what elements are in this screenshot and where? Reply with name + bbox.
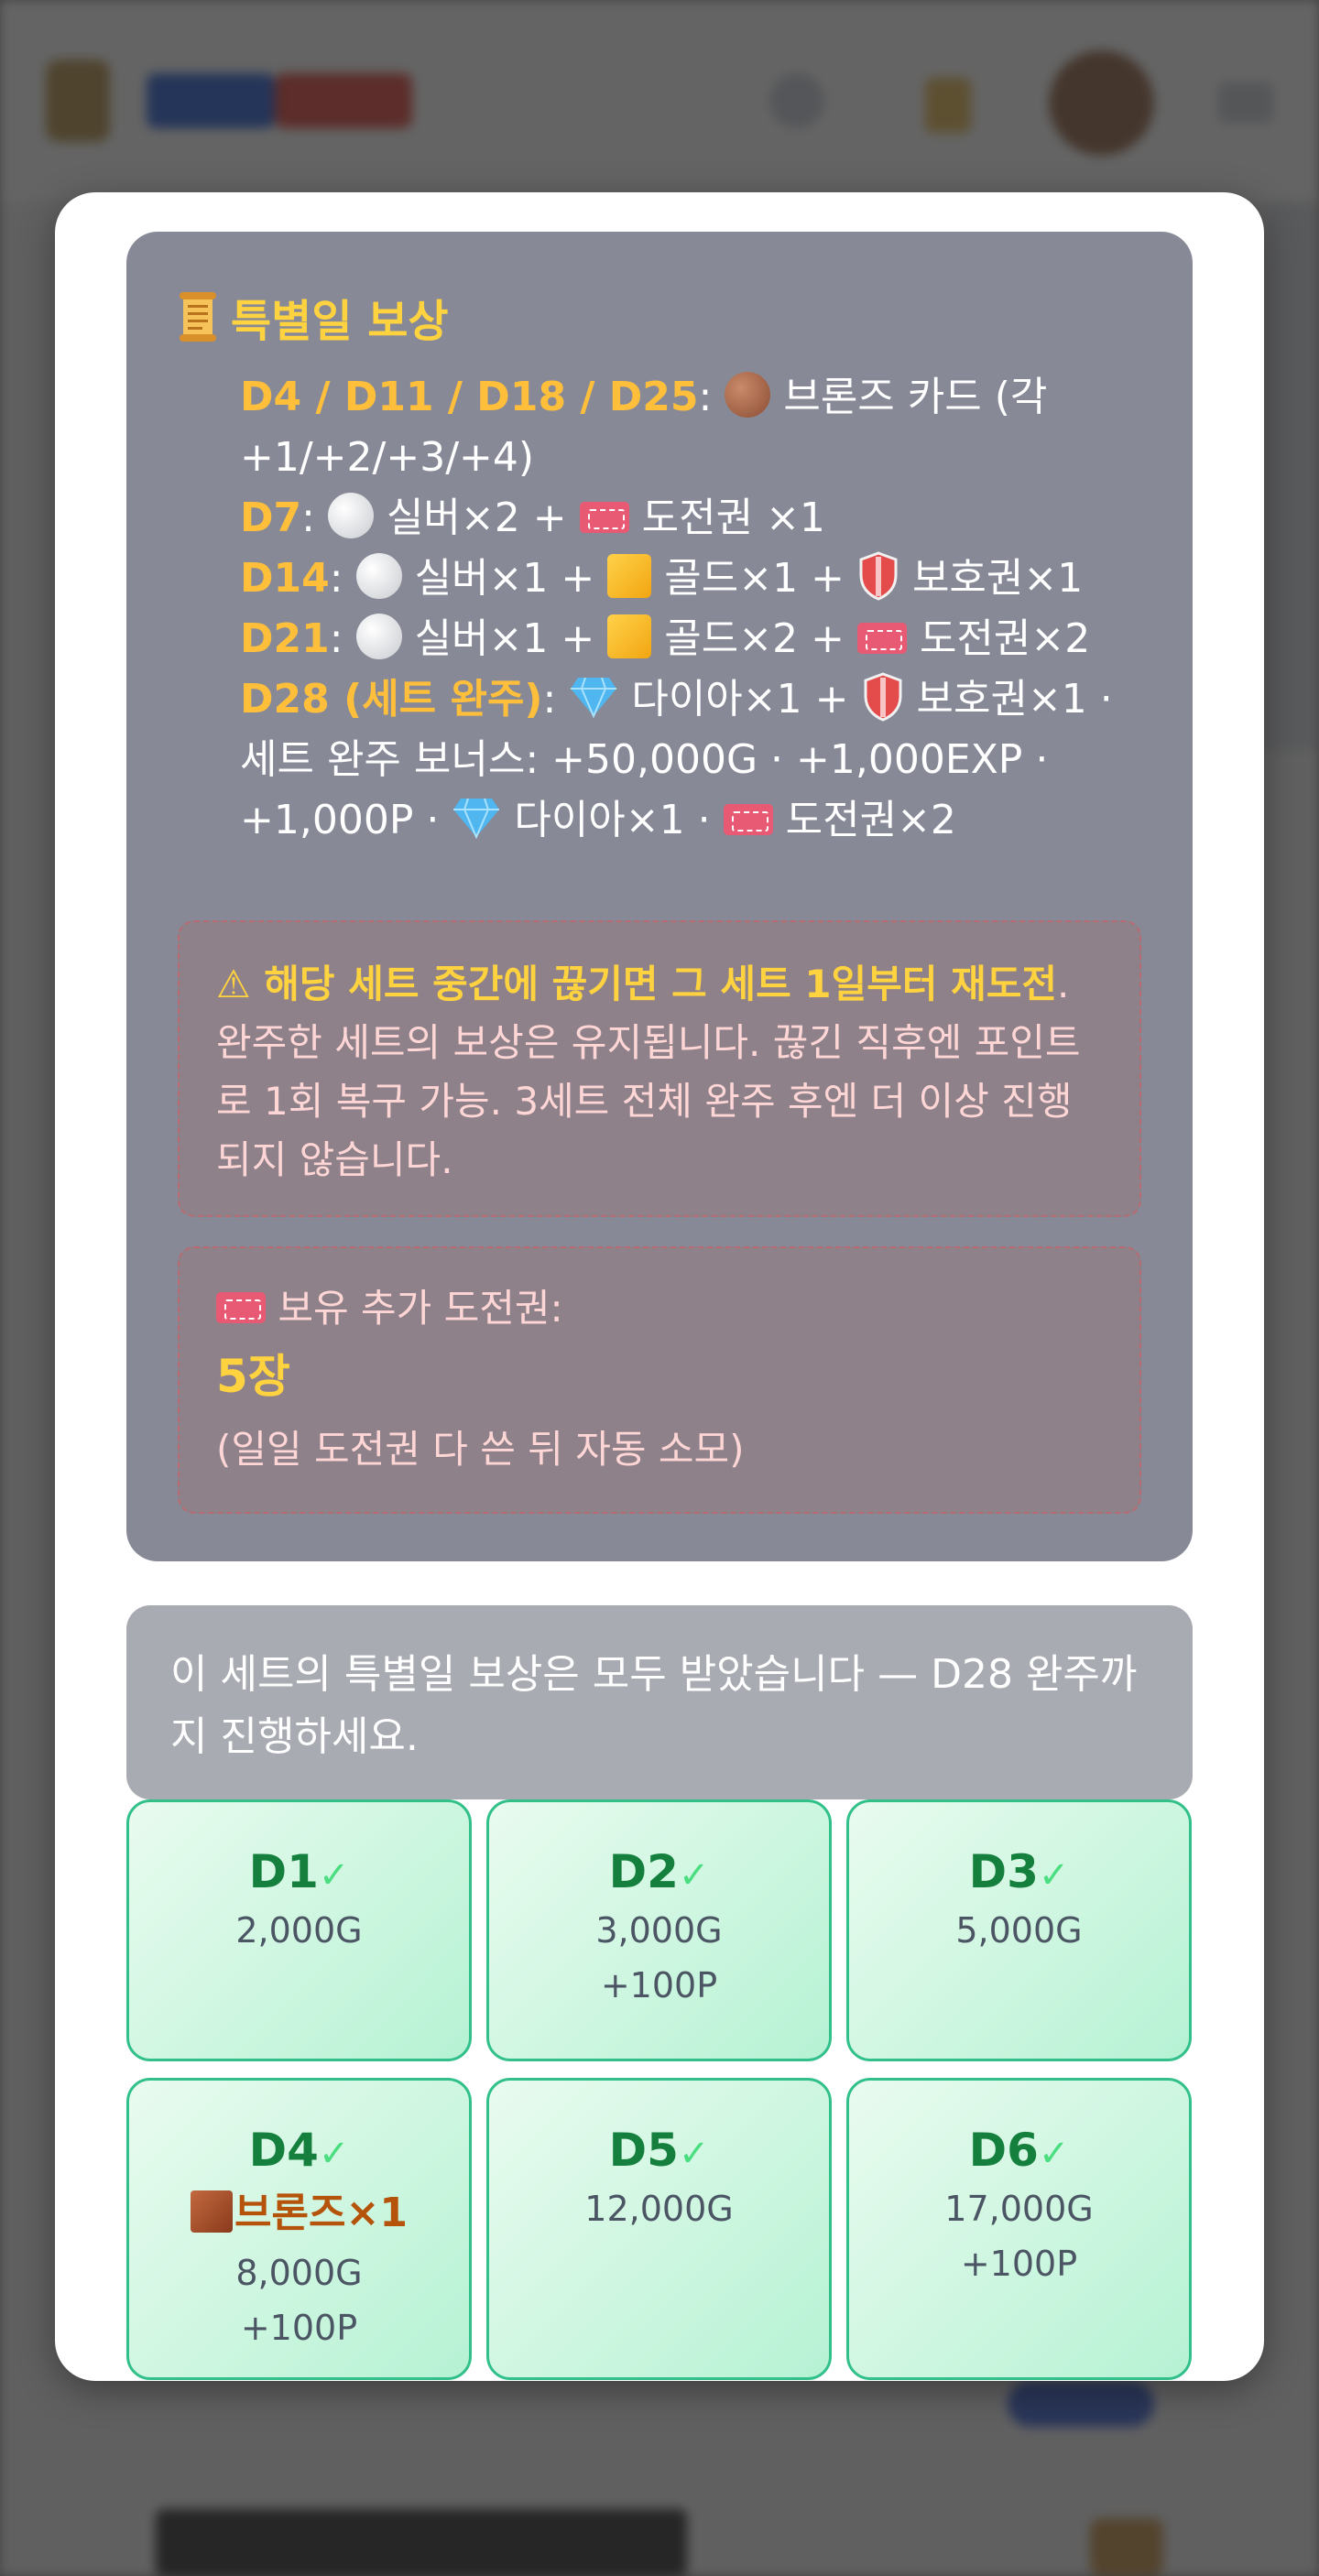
bronze-coin-icon <box>725 372 771 418</box>
day-label: D1✓ <box>248 1845 350 1898</box>
ticket-icon <box>216 1292 266 1323</box>
day-card-d3[interactable]: D3✓ 5,000G <box>846 1799 1192 2061</box>
ticket-icon <box>723 804 773 835</box>
silver-coin-icon <box>327 493 374 538</box>
day-reward: 5,000G <box>955 1910 1083 1951</box>
day-label: D5✓ <box>608 2124 710 2177</box>
special-reward-title: 특별일 보상 <box>178 285 449 349</box>
reward-text: 도전권×2 <box>919 615 1091 662</box>
reset-warning-strong: ⚠ 해당 세트 중간에 끊기면 그 세트 1일부터 재도전 <box>216 962 1058 1006</box>
reward-text: 다이아×1 · <box>514 797 711 843</box>
check-icon: ✓ <box>318 2133 350 2175</box>
special-reward-list: D4 / D11 / D18 / D25: 브론즈 카드 (각 +1/+2/+3… <box>240 367 1156 851</box>
reward-text: 브론즈 카드 (각 <box>783 374 1048 420</box>
special-title-text: 특별일 보상 <box>231 296 449 347</box>
ticket-icon <box>579 502 629 533</box>
reward-line-bronze: D4 / D11 / D18 / D25: 브론즈 카드 (각 <box>240 372 1048 420</box>
special-reward-panel: 특별일 보상 D4 / D11 / D18 / D25: 브론즈 카드 (각 +… <box>126 232 1193 1561</box>
reward-key: D4 / D11 / D18 / D25 <box>240 374 699 420</box>
reset-warning-box: ⚠ 해당 세트 중간에 끊기면 그 세트 1일부터 재도전. 완주한 세트의 보… <box>178 920 1141 1217</box>
attendance-modal: 특별일 보상 D4 / D11 / D18 / D25: 브론즈 카드 (각 +… <box>55 192 1264 2381</box>
reward-text: 실버×1 + <box>414 615 595 662</box>
silver-coin-icon <box>355 553 402 599</box>
reward-text: 보호권×1 <box>911 555 1084 602</box>
day-reward: 3,000G <box>595 1910 723 1951</box>
gold-card-icon <box>607 554 652 598</box>
scroll-icon <box>178 290 218 343</box>
day-reward: 17,000G <box>944 2189 1094 2229</box>
day-card-d4[interactable]: D4✓ 브론즈×1 8,000G +100P <box>126 2078 472 2380</box>
reward-line-d14: D14: 실버×1 + 골드×1 + 보호권×1 <box>240 549 1156 609</box>
reward-text: 세트 완주 보너스: +50,000G · +1,000EXP · <box>240 736 1049 783</box>
reward-key: D21 <box>240 615 330 662</box>
reward-text: 보호권×1 · <box>916 676 1113 723</box>
silver-coin-icon <box>355 614 402 659</box>
day-reward: 8,000G <box>235 2253 363 2293</box>
reward-text: 실버×1 + <box>414 555 595 602</box>
reward-line-set-bonus: 세트 완주 보너스: +50,000G · +1,000EXP · <box>240 730 1156 790</box>
ticket-icon <box>856 623 907 654</box>
bronze-card-icon <box>191 2190 234 2233</box>
day-card-d6[interactable]: D6✓ 17,000G +100P <box>846 2078 1192 2380</box>
diamond-icon <box>571 677 617 718</box>
check-icon: ✓ <box>318 1854 350 1897</box>
day-card-d5[interactable]: D5✓ 12,000G <box>486 2078 832 2380</box>
reward-line-bronze-cont: +1/+2/+3/+4) <box>240 428 1156 488</box>
day-card-d2[interactable]: D2✓ 3,000G +100P <box>486 1799 832 2061</box>
day-label: D6✓ <box>968 2124 1070 2177</box>
check-icon: ✓ <box>678 1854 710 1897</box>
diamond-icon <box>453 798 500 839</box>
day-reward-extra: +100P <box>960 2244 1078 2284</box>
extra-ticket-note: (일일 도전권 다 쓴 뒤 자동 소모) <box>216 1427 745 1472</box>
shield-icon <box>859 551 898 601</box>
check-icon: ✓ <box>1038 2133 1070 2175</box>
reward-line-d21: D21: 실버×1 + 골드×2 + 도전권×2 <box>240 614 1091 662</box>
day-reward: 12,000G <box>584 2189 734 2229</box>
reward-text: +1,000P · <box>240 797 440 843</box>
day-grid: D1✓ 2,000G D2✓ 3,000G +100P D3✓ 5,000G D… <box>126 1799 1193 2380</box>
day-bonus: 브론즈×1 <box>129 2181 469 2245</box>
day-reward: 2,000G <box>235 1910 363 1951</box>
reward-line-d28: D28 (세트 완주): 다이아×1 + 보호권×1 · <box>240 669 1156 730</box>
day-label: D3✓ <box>968 1845 1070 1898</box>
gold-card-icon <box>607 614 652 658</box>
reward-line-d7: D7: 실버×2 + 도전권 ×1 <box>240 493 825 541</box>
reward-text: 도전권×2 <box>785 797 956 843</box>
extra-ticket-label: 보유 추가 도전권: <box>216 1281 1103 1336</box>
extra-ticket-box: 보유 추가 도전권: 5장 (일일 도전권 다 쓴 뒤 자동 소모) <box>178 1246 1141 1514</box>
day-reward-extra: +100P <box>240 2308 358 2348</box>
reward-text: 골드×2 + <box>664 615 845 662</box>
reward-line-set-bonus-cont: +1,000P · 다이아×1 · 도전권×2 <box>240 790 1156 851</box>
reset-warning-text: ⚠ 해당 세트 중간에 끊기면 그 세트 1일부터 재도전. 완주한 세트의 보… <box>216 955 1103 1190</box>
modal-content: 특별일 보상 D4 / D11 / D18 / D25: 브론즈 카드 (각 +… <box>126 232 1193 2380</box>
reward-key: D28 (세트 완주) <box>240 676 543 723</box>
reward-text: 도전권 ×1 <box>641 495 825 541</box>
reward-key: D14 <box>240 555 330 602</box>
day-card-d1[interactable]: D1✓ 2,000G <box>126 1799 472 2061</box>
reward-key: D7 <box>240 495 302 541</box>
reward-text: 다이아×1 + <box>631 676 849 723</box>
extra-ticket-count: 5장 <box>216 1350 290 1403</box>
day-label: D2✓ <box>608 1845 710 1898</box>
extra-ticket-label-text: 보유 추가 도전권: <box>278 1286 563 1331</box>
check-icon: ✓ <box>678 2133 710 2175</box>
reward-text: 골드×1 + <box>664 555 845 602</box>
shield-icon <box>864 672 901 722</box>
special-claimed-notice: 이 세트의 특별일 보상은 모두 받았습니다 — D28 완주까지 진행하세요. <box>126 1605 1193 1799</box>
day-reward-extra: +100P <box>600 1965 718 2005</box>
day-label: D4✓ <box>248 2124 350 2177</box>
reward-text: 실버×2 + <box>386 495 567 541</box>
check-icon: ✓ <box>1038 1854 1070 1897</box>
reward-text: +1/+2/+3/+4) <box>240 434 535 481</box>
